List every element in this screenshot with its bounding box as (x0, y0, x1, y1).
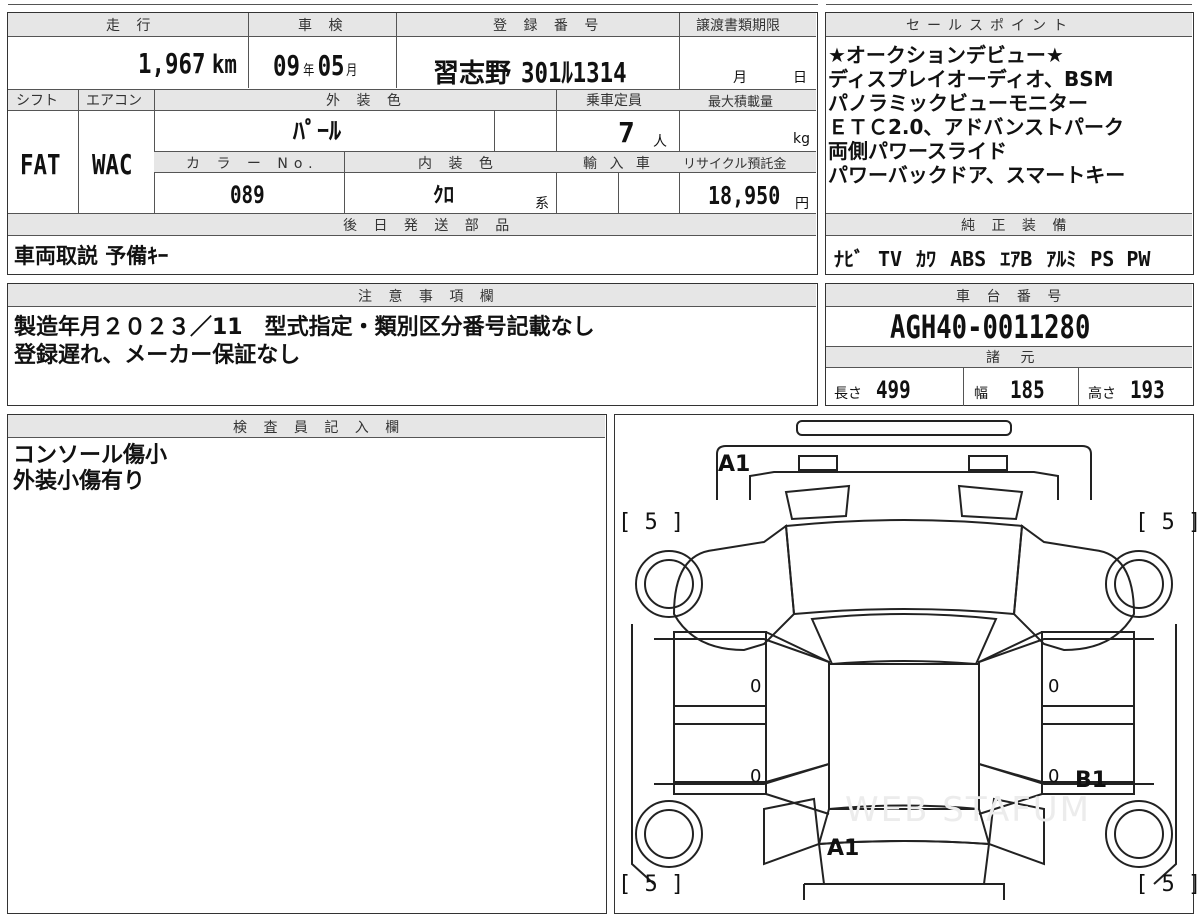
color-no-value: 089 (230, 181, 265, 209)
transfer-deadline-label: 譲渡書類期限 (696, 18, 780, 34)
equipment-item: ｴｱB (1000, 247, 1033, 271)
notes-label: 注 意 事 項 欄 (358, 289, 500, 305)
exterior-color-label: 外 装 色 (326, 93, 407, 109)
inspector-line: コンソール傷小 (13, 443, 168, 468)
chassis-number: AGH40-0011280 (890, 308, 1091, 346)
sales-point-line: パワーバックドア、スマートキー (828, 163, 1126, 187)
sales-points-list: ★オークションデビュー★ ディスプレイオーディオ、BSM パノラミックビューモニ… (828, 43, 1125, 187)
mark-front-a1: A1 (718, 452, 751, 477)
spec-length: 長さ 499 (834, 376, 911, 404)
inspection-date: 09 年 05 月 (273, 49, 358, 82)
capacity-unit: 人 (653, 134, 667, 150)
notes-line: 製造年月２０２３／11 型式指定・類別区分番号記載なし (14, 315, 595, 340)
inspector-label: 検 査 員 記 入 欄 (233, 420, 406, 436)
registration-label: 登 録 番 号 (493, 18, 605, 34)
notes-line: 登録遅れ、メーカー保証なし (14, 343, 301, 368)
chassis-label: 車 台 番 号 (956, 289, 1068, 305)
later-parts-label: 後 日 発 送 部 品 (343, 218, 516, 234)
sales-point-line: ＥＴＣ2.0、アドバンストパーク (828, 115, 1125, 139)
sales-point-line: ディスプレイオーディオ、BSM (828, 67, 1114, 91)
capacity-value: 7 (618, 116, 635, 149)
interior-color-value: ｸﾛ (433, 183, 454, 207)
inspector-line: 外装小傷有り (13, 469, 146, 494)
sales-point-line: ★オークションデビュー★ (828, 43, 1064, 67)
equipment-label: 純 正 装 備 (961, 218, 1073, 234)
recycle-value: 18,950 (708, 181, 781, 210)
door-zero: 0 (750, 766, 762, 787)
mileage-value: 1,967 km (138, 47, 237, 80)
sales-points-label: セールスポイント (906, 18, 1074, 34)
equipment-item: ｶﾜ (916, 247, 937, 271)
tire-rear-right: [ 5 ] (1135, 872, 1200, 897)
exterior-color-value: ﾊﾟｰﾙ (293, 117, 341, 145)
specs-label: 諸 元 (986, 350, 1043, 366)
sales-points-box: セールスポイント ★オークションデビュー★ ディスプレイオーディオ、BSM パノ… (825, 12, 1194, 275)
door-zero: 0 (1048, 676, 1060, 697)
transfer-month-unit: 月 (733, 70, 747, 86)
equipment-item: TV (878, 247, 903, 271)
equipment-item: PW (1126, 247, 1151, 271)
equipment-item: ABS (950, 247, 987, 271)
chassis-box: 車 台 番 号 AGH40-0011280 諸 元 長さ 499 幅 185 高さ 1… (825, 283, 1194, 406)
capacity-label: 乗車定員 (586, 93, 642, 109)
transfer-day-unit: 日 (793, 70, 807, 86)
tire-rear-left: [ 5 ] (618, 872, 685, 897)
recycle-label: リサイクル預託金 (683, 157, 787, 172)
spec-height: 高さ 193 (1088, 376, 1165, 404)
mark-rear-a1: A1 (827, 836, 860, 861)
door-zero: 0 (750, 676, 762, 697)
interior-color-label: 内 装 色 (418, 156, 499, 172)
door-zero: 0 (1048, 766, 1060, 787)
inspector-box: 検 査 員 記 入 欄 コンソール傷小 外装小傷有り (7, 414, 607, 914)
import-label: 輸 入 車 (583, 156, 654, 172)
sales-point-line: 両側パワースライド (828, 139, 1007, 163)
shift-label: シフト (16, 93, 58, 109)
equipment-list: ﾅﾋﾞ TV ｶﾜ ABS ｴｱB ｱﾙﾐ PS PW (834, 243, 1150, 272)
recycle-unit: 円 (795, 196, 809, 212)
tire-front-right: [ 5 ] (1135, 510, 1200, 535)
sales-point-line: パノラミックビューモニター (828, 91, 1088, 115)
equipment-item: ﾅﾋﾞ (834, 247, 864, 271)
aircon-label: エアコン (86, 93, 142, 109)
max-load-unit: kg (793, 131, 810, 147)
equipment-item: ｱﾙﾐ (1046, 247, 1077, 271)
tire-front-left: [ 5 ] (618, 510, 685, 535)
watermark: WEB STAFUM (845, 790, 1091, 830)
spec-width: 幅 185 (974, 376, 1045, 404)
registration-number: 習志野 301ﾙ1314 (433, 56, 627, 89)
notes-box: 注 意 事 項 欄 製造年月２０２３／11 型式指定・類別区分番号記載なし 登録… (7, 283, 818, 406)
vehicle-info-box: 走 行 車 検 登 録 番 号 譲渡書類期限 1,967 km 09 年 05 月 習志… (7, 12, 818, 275)
color-no-label: カ ラ ー No. (186, 156, 319, 172)
interior-color-suffix: 系 (535, 196, 549, 212)
max-load-label: 最大積載量 (708, 95, 774, 110)
equipment-item: PS (1090, 247, 1115, 271)
shift-value: FAT (20, 148, 61, 181)
later-parts-value: 車両取説 予備ｷｰ (14, 244, 169, 268)
mileage-label: 走 行 (106, 18, 157, 34)
inspection-label: 車 検 (298, 18, 349, 34)
aircon-value: WAC (92, 148, 133, 181)
